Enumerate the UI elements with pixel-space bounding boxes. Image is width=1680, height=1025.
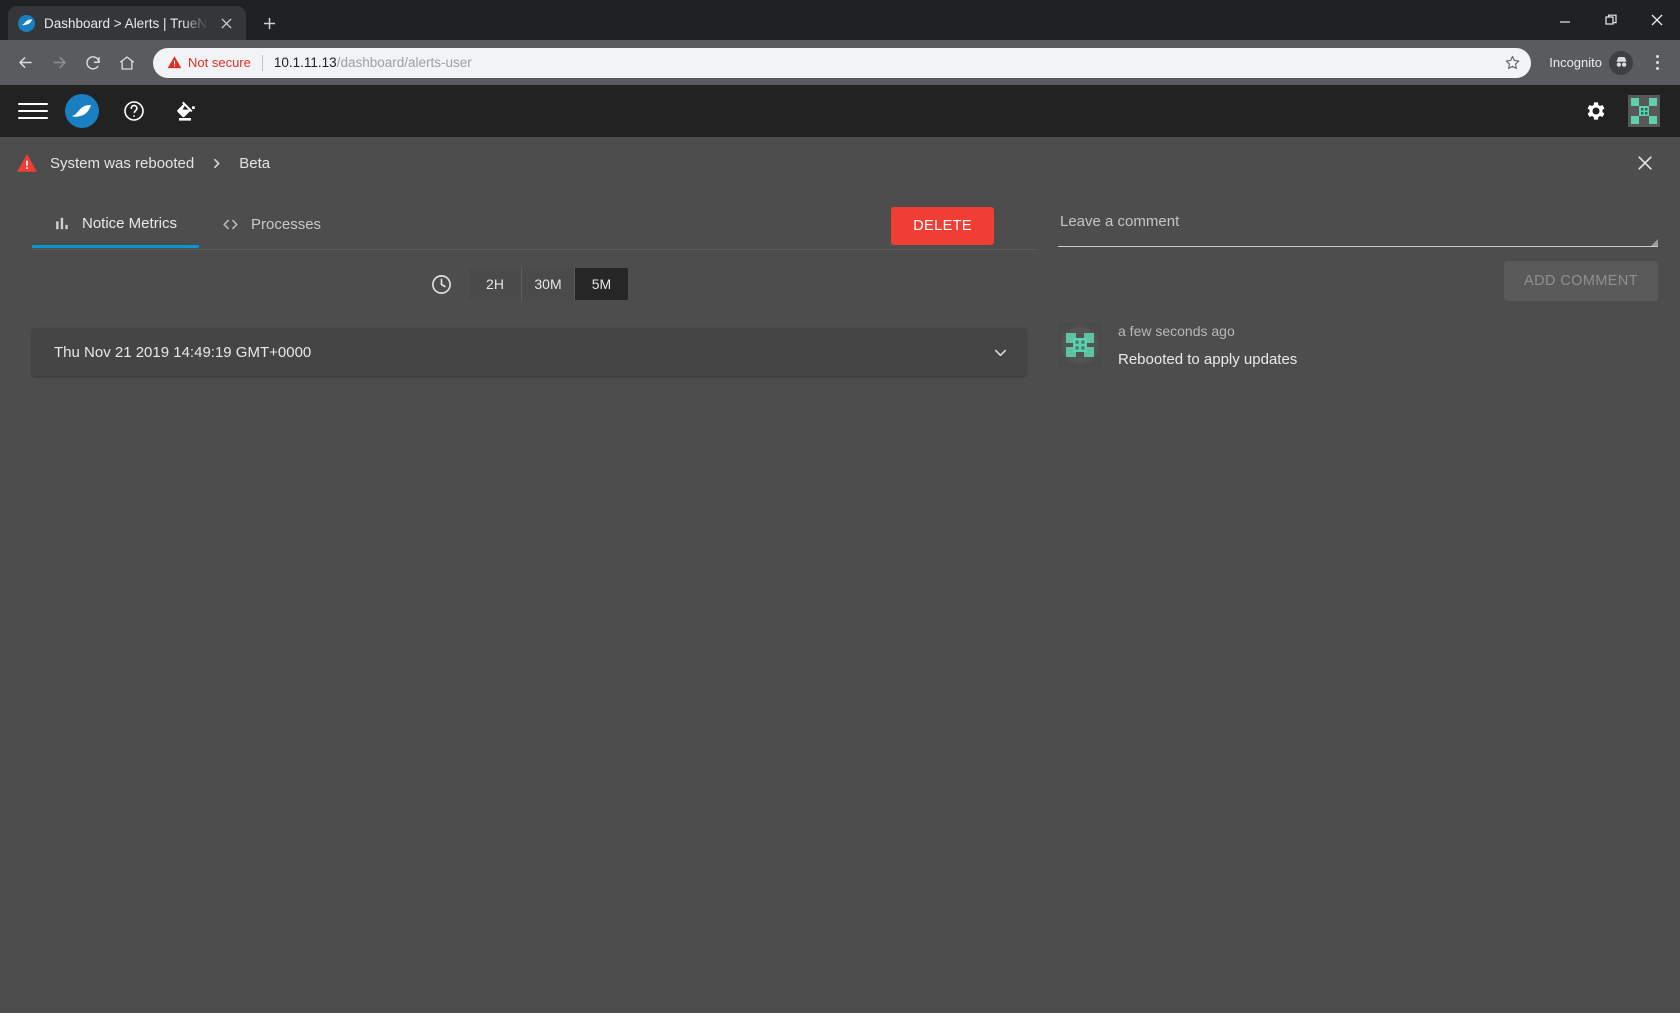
breadcrumb-item[interactable]: Beta	[239, 155, 270, 172]
forward-arrow-icon[interactable]	[43, 47, 75, 79]
time-range-option-2h[interactable]: 2H	[469, 268, 522, 300]
chevron-down-icon[interactable]	[991, 343, 1010, 362]
tab-bar: Notice Metrics Processes DELETE	[0, 201, 1058, 250]
tab-label: Processes	[251, 216, 322, 233]
comment-timestamp: a few seconds ago	[1118, 323, 1235, 339]
user-avatar-icon[interactable]	[1628, 95, 1660, 127]
code-brackets-icon	[221, 215, 240, 234]
tab-label: Notice Metrics	[82, 215, 178, 232]
browser-toolbar: Not secure 10.1.11.13/dashboard/alerts-u…	[0, 40, 1680, 85]
back-arrow-icon[interactable]	[9, 47, 41, 79]
security-status[interactable]: Not secure	[167, 55, 251, 70]
hamburger-menu-icon[interactable]	[18, 96, 48, 126]
content-area: Notice Metrics Processes DELETE 2H 30M 5…	[0, 189, 1680, 1013]
clock-icon	[430, 273, 453, 296]
comments-column: ADD COMMENT	[1058, 189, 1680, 1013]
kebab-menu-icon[interactable]	[1643, 48, 1671, 78]
warning-triangle-icon	[167, 56, 182, 69]
metrics-column: Notice Metrics Processes DELETE 2H 30M 5…	[0, 189, 1058, 1013]
home-icon[interactable]	[111, 47, 143, 79]
delete-button[interactable]: DELETE	[891, 207, 994, 245]
tab-notice-metrics[interactable]: Notice Metrics	[32, 201, 200, 248]
comment-actions: ADD COMMENT	[1058, 261, 1658, 301]
textarea-resize-handle[interactable]	[1651, 239, 1658, 246]
time-range-selector: 2H 30M 5M	[0, 268, 1058, 300]
browser-tab[interactable]: Dashboard > Alerts | TrueNAS	[8, 6, 246, 40]
app-top-bar	[0, 85, 1680, 137]
url-host: 10.1.11.13	[273, 55, 337, 70]
timestamp-label: Thu Nov 21 2019 14:49:19 GMT+0000	[54, 343, 312, 361]
alert-triangle-icon	[17, 154, 37, 172]
comment-composer: ADD COMMENT	[1058, 189, 1658, 301]
alert-banner: System was rebooted Beta	[0, 137, 1680, 189]
bar-chart-icon	[54, 215, 71, 232]
url-path: /dashboard/alerts-user	[336, 55, 472, 70]
identicon-avatar	[1058, 323, 1102, 367]
browser-chrome: Dashboard > Alerts | TrueNAS Not secure …	[0, 0, 1680, 85]
truenas-logo-icon[interactable]	[65, 94, 99, 128]
time-range-option-30m[interactable]: 30M	[522, 268, 575, 300]
tab-processes[interactable]: Processes	[199, 201, 343, 250]
new-tab-button[interactable]	[254, 8, 284, 38]
top-bar-actions	[1582, 95, 1666, 127]
timestamp-panel[interactable]: Thu Nov 21 2019 14:49:19 GMT+0000	[32, 328, 1026, 376]
comment-body: a few seconds ago Rebooted to apply upda…	[1118, 323, 1297, 368]
star-icon[interactable]	[1504, 54, 1527, 71]
security-label: Not secure	[188, 55, 251, 70]
tab-bar-divider	[32, 249, 1036, 250]
comment-input[interactable]	[1058, 203, 1658, 247]
url-text: 10.1.11.13/dashboard/alerts-user	[274, 55, 472, 70]
reload-icon[interactable]	[77, 47, 109, 79]
close-icon[interactable]	[217, 14, 236, 33]
address-bar[interactable]: Not secure 10.1.11.13/dashboard/alerts-u…	[153, 47, 1532, 78]
incognito-label: Incognito	[1549, 55, 1602, 70]
truenas-app: System was rebooted Beta Notice Metrics	[0, 85, 1680, 1013]
close-icon[interactable]	[1632, 150, 1658, 176]
close-window-icon[interactable]	[1634, 0, 1680, 40]
time-range-option-5m[interactable]: 5M	[575, 268, 628, 300]
gear-icon[interactable]	[1582, 98, 1608, 124]
page-bottom-strip	[0, 1013, 1680, 1025]
incognito-indicator[interactable]: Incognito	[1541, 50, 1639, 75]
incognito-hat-icon	[1609, 50, 1633, 75]
restore-window-icon[interactable]	[1588, 0, 1634, 40]
format-paint-icon[interactable]	[169, 94, 203, 128]
truenas-wave-icon	[18, 14, 35, 32]
comment-text: Rebooted to apply updates	[1118, 351, 1298, 368]
time-range-buttons: 2H 30M 5M	[469, 268, 628, 300]
add-comment-button[interactable]: ADD COMMENT	[1504, 261, 1658, 301]
window-controls	[1542, 0, 1680, 40]
browser-tab-title: Dashboard > Alerts | TrueNAS	[44, 15, 208, 31]
help-circle-icon[interactable]	[117, 94, 151, 128]
minimize-icon[interactable]	[1542, 0, 1588, 40]
omnibox-divider	[261, 54, 263, 71]
list-item: a few seconds ago Rebooted to apply upda…	[1058, 323, 1658, 368]
tab-strip: Dashboard > Alerts | TrueNAS	[0, 0, 1680, 40]
breadcrumb-separator-icon	[210, 157, 223, 170]
comment-list: a few seconds ago Rebooted to apply upda…	[1058, 323, 1658, 368]
alert-title: System was rebooted	[50, 154, 195, 172]
